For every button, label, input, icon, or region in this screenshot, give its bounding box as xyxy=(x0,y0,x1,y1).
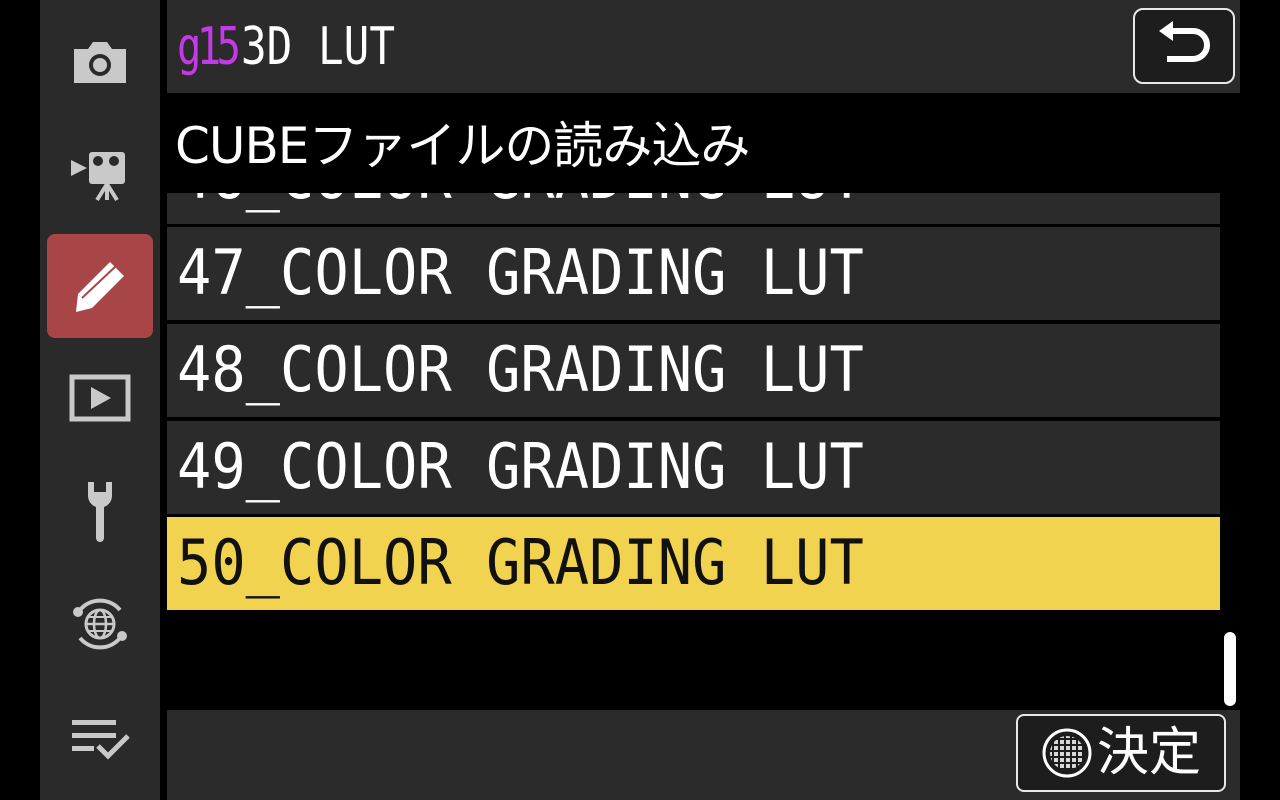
menu-item-code: g15 xyxy=(177,17,241,77)
list-item-selected[interactable]: 50_COLOR GRADING LUT xyxy=(167,517,1220,610)
list-item-label: 47_COLOR GRADING LUT xyxy=(177,236,864,309)
camera-menu-screen: g15 3D LUT CUBEファイルの読み込み 46_COLOR GRADIN… xyxy=(0,0,1280,800)
video-camera-icon xyxy=(71,152,125,202)
page-title: 3D LUT xyxy=(241,17,396,77)
sidebar-item-video-recording[interactable] xyxy=(47,122,153,226)
lut-file-list: 46_COLOR GRADING LUT 47_COLOR GRADING LU… xyxy=(167,193,1220,613)
pencil-icon xyxy=(76,262,124,312)
menu-sidebar xyxy=(40,0,160,800)
page-subtitle: CUBEファイルの読み込み xyxy=(175,117,750,175)
sidebar-item-my-menu[interactable] xyxy=(47,686,153,790)
sidebar-item-photo-shooting[interactable] xyxy=(47,10,153,114)
checklist-icon xyxy=(72,720,130,760)
menu-footer: 決定 xyxy=(167,710,1240,800)
sidebar-item-setup[interactable] xyxy=(47,458,153,562)
playback-icon xyxy=(69,374,131,422)
menu-header: g15 3D LUT xyxy=(167,0,1240,93)
list-item[interactable]: 49_COLOR GRADING LUT xyxy=(167,421,1220,514)
return-arrow-icon xyxy=(1159,21,1210,62)
network-globe-icon xyxy=(73,598,127,650)
list-item[interactable]: 46_COLOR GRADING LUT xyxy=(167,193,1220,224)
sidebar-item-network[interactable] xyxy=(47,572,153,676)
list-item-label: 48_COLOR GRADING LUT xyxy=(177,333,864,406)
list-item-label: 46_COLOR GRADING LUT xyxy=(177,193,864,215)
wrench-icon xyxy=(88,482,112,542)
sidebar-item-custom-settings[interactable] xyxy=(47,234,153,338)
ok-button[interactable]: 決定 xyxy=(1016,714,1226,792)
scrollbar-thumb[interactable] xyxy=(1224,632,1236,706)
sidebar-item-playback[interactable] xyxy=(47,346,153,450)
camera-icon xyxy=(74,42,126,83)
list-item[interactable]: 48_COLOR GRADING LUT xyxy=(167,324,1220,417)
list-item-label: 49_COLOR GRADING LUT xyxy=(177,430,864,503)
list-item-label: 50_COLOR GRADING LUT xyxy=(177,526,864,599)
ok-button-label: 決定 xyxy=(1096,723,1201,783)
list-item[interactable]: 47_COLOR GRADING LUT xyxy=(167,227,1220,320)
multi-selector-center-icon xyxy=(1042,728,1092,778)
back-button[interactable] xyxy=(1133,8,1235,84)
